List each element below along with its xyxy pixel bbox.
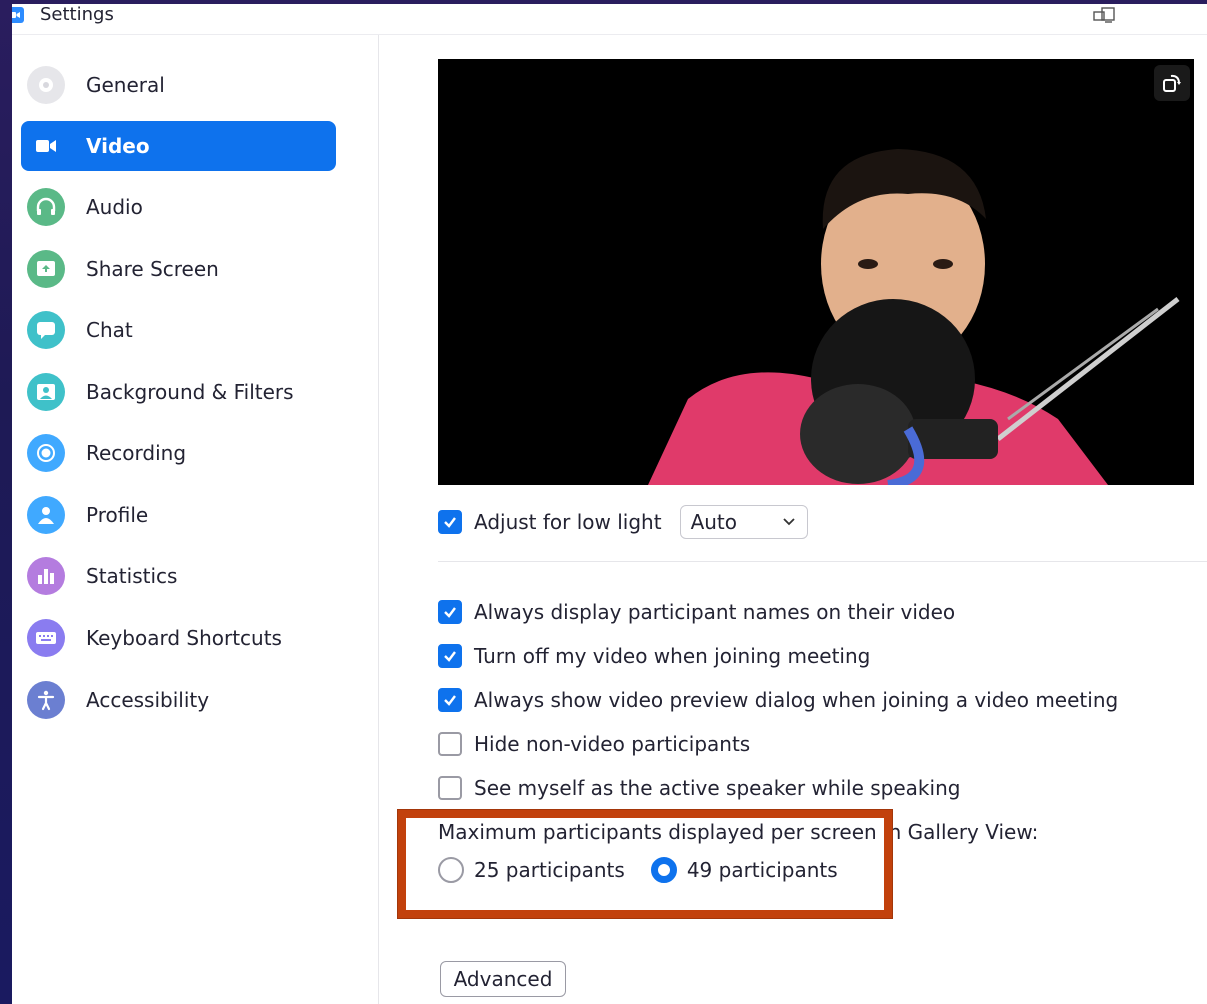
option-row: Hide non-video participants xyxy=(438,732,750,756)
zoom-app-icon xyxy=(12,7,24,23)
settings-sidebar: General Video Audio Share Screen Chat Ba… xyxy=(12,35,379,1004)
sidebar-item-label: Chat xyxy=(86,318,133,342)
video-camera-icon xyxy=(27,127,65,165)
option-row: Always show video preview dialog when jo… xyxy=(438,688,1118,712)
sidebar-item-chat[interactable]: Chat xyxy=(21,305,336,355)
rotate-camera-button[interactable] xyxy=(1154,65,1190,101)
sidebar-item-profile[interactable]: Profile xyxy=(21,490,336,540)
option-label: See myself as the active speaker while s… xyxy=(474,776,961,800)
sidebar-item-general[interactable]: General xyxy=(21,60,336,110)
sidebar-item-label: Video xyxy=(86,134,150,158)
radio-label: 49 participants xyxy=(686,858,838,882)
gallery-radio-group: 25 participants 49 participants xyxy=(438,857,838,883)
option-checkbox-display-names[interactable] xyxy=(438,600,462,624)
headphones-icon xyxy=(27,188,65,226)
low-light-checkbox[interactable] xyxy=(438,510,462,534)
option-label: Always display participant names on thei… xyxy=(474,600,956,624)
sidebar-item-statistics[interactable]: Statistics xyxy=(21,551,336,601)
bar-chart-icon xyxy=(27,557,65,595)
background-icon xyxy=(27,373,65,411)
advanced-button[interactable]: Advanced xyxy=(440,961,566,997)
sidebar-item-label: Keyboard Shortcuts xyxy=(86,626,282,650)
sidebar-item-accessibility[interactable]: Accessibility xyxy=(21,675,336,725)
accessibility-icon xyxy=(27,681,65,719)
keyboard-icon xyxy=(27,619,65,657)
section-divider xyxy=(438,561,1207,562)
option-checkbox-preview-dialog[interactable] xyxy=(438,688,462,712)
sidebar-item-audio[interactable]: Audio xyxy=(21,182,336,232)
option-checkbox-active-speaker[interactable] xyxy=(438,776,462,800)
sidebar-item-label: Profile xyxy=(86,503,149,527)
checkmark-icon xyxy=(444,651,456,662)
sidebar-item-background-filters[interactable]: Background & Filters xyxy=(21,367,336,417)
chat-bubble-icon xyxy=(27,311,65,349)
sidebar-item-keyboard-shortcuts[interactable]: Keyboard Shortcuts xyxy=(21,613,336,663)
low-light-label: Adjust for low light xyxy=(474,510,662,534)
record-icon xyxy=(27,434,65,472)
checkmark-icon xyxy=(444,607,456,618)
low-light-select[interactable]: Auto xyxy=(679,505,808,539)
sidebar-item-video[interactable]: Video xyxy=(21,121,336,171)
sidebar-item-label: Accessibility xyxy=(86,688,210,712)
sidebar-item-label: Statistics xyxy=(86,564,178,588)
title-bar: Settings xyxy=(12,4,1207,34)
video-preview xyxy=(438,59,1194,485)
option-row: Always display participant names on thei… xyxy=(438,600,955,624)
sidebar-item-label: Share Screen xyxy=(86,257,219,281)
gallery-view-label: Maximum participants displayed per scree… xyxy=(438,820,1039,844)
gear-icon xyxy=(27,66,65,104)
window-title: Settings xyxy=(40,4,114,25)
option-checkbox-hide-non-video[interactable] xyxy=(438,732,462,756)
settings-window: Settings General Video Audio Share Scree… xyxy=(12,4,1207,1004)
radio-label: 25 participants xyxy=(474,858,625,882)
radio-25-participants[interactable] xyxy=(438,857,464,883)
option-label: Hide non-video participants xyxy=(474,732,751,756)
sidebar-item-recording[interactable]: Recording xyxy=(21,428,336,478)
settings-content: Adjust for low light Auto Always display… xyxy=(380,35,1207,1004)
option-checkbox-turn-off-video[interactable] xyxy=(438,644,462,668)
sidebar-item-label: Audio xyxy=(86,195,143,219)
sidebar-item-share-screen[interactable]: Share Screen xyxy=(21,244,336,294)
option-row: Turn off my video when joining meeting xyxy=(438,644,870,668)
checkmark-icon xyxy=(444,517,456,528)
checkmark-icon xyxy=(444,695,456,706)
share-screen-icon xyxy=(27,250,65,288)
low-light-select-value: Auto xyxy=(690,510,738,534)
sidebar-item-label: Background & Filters xyxy=(86,380,294,404)
option-row: See myself as the active speaker while s… xyxy=(438,776,960,800)
camera-feed-image xyxy=(648,149,1180,485)
low-light-row: Adjust for low light Auto xyxy=(438,505,808,539)
chevron-down-icon xyxy=(782,518,795,526)
window-layout-icon[interactable] xyxy=(1092,6,1118,24)
user-icon xyxy=(27,496,65,534)
option-label: Always show video preview dialog when jo… xyxy=(474,688,1119,712)
option-label: Turn off my video when joining meeting xyxy=(474,644,871,668)
sidebar-item-label: Recording xyxy=(86,441,187,465)
rotate-icon xyxy=(1163,74,1181,92)
sidebar-item-label: General xyxy=(86,73,165,97)
radio-49-participants[interactable] xyxy=(650,857,677,883)
